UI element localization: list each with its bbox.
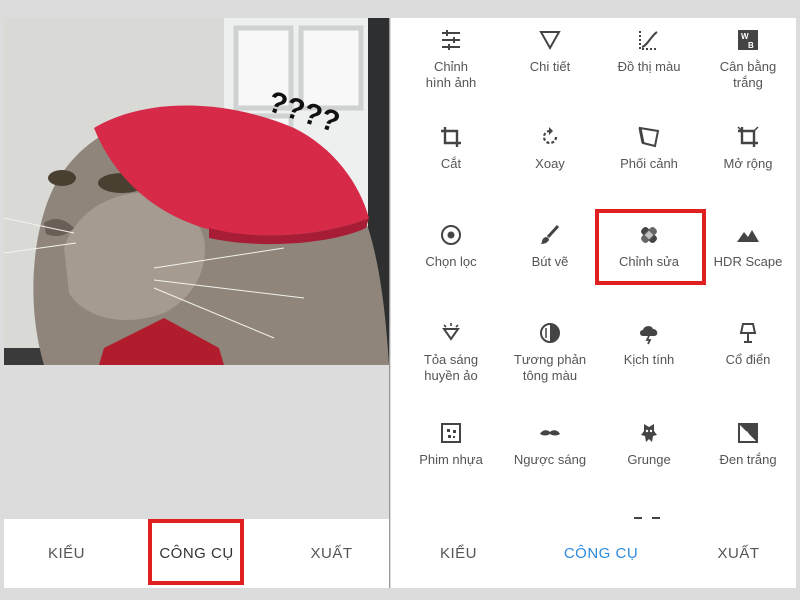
tool-grunge[interactable]: Grunge [599,421,699,468]
mustache-icon [540,430,560,436]
tool-label: Chỉnh hình ảnh [425,59,477,90]
tool-curves[interactable]: Đồ thị màu [599,28,699,75]
crop-icon [441,127,461,147]
tool-glamour-glow[interactable]: Tỏa sáng huyền ảo [401,321,501,384]
tool-brush[interactable]: Bút vẽ [500,223,600,270]
tool-label: HDR Scape [713,254,783,269]
tool-retrolux[interactable]: Ngược sáng [500,421,600,468]
brush-icon [541,224,560,244]
triangle-icon [539,31,561,51]
tool-label: Xoay [535,156,565,171]
tab-styles[interactable]: KIỂU [416,519,501,588]
tool-white-balance[interactable]: WB Cân bằng trắng [698,28,796,91]
expand-icon [737,126,759,147]
tool-label: Ngược sáng [513,452,587,467]
tool-label: Chọn lọc [425,254,477,269]
empty-canvas-area [4,365,389,519]
tool-expand[interactable]: Mở rộng [698,125,796,172]
tool-label: Tương phản tông màu [513,352,587,383]
tool-grainy-film[interactable]: Phim nhựa [401,421,501,468]
bottom-tab-bar: KIỂU CÔNG CỤ XUẤT [391,519,796,588]
white-balance-icon: WB [738,30,758,50]
cloud-lightning-icon [640,326,658,345]
cat-photo: ???? [4,18,389,365]
black-white-icon [738,423,758,443]
tool-drama[interactable]: Kịch tính [599,321,699,368]
mountains-icon [737,230,759,242]
tool-crop[interactable]: Cắt [401,125,501,172]
film-grain-icon [441,423,461,443]
svg-text:B: B [748,41,754,50]
tab-styles[interactable]: KIỂU [24,519,109,588]
right-panel: Chỉnh hình ảnh Chi tiết Đồ thị màu WB Câ… [391,18,796,588]
tool-label: Chi tiết [529,59,571,74]
tool-label: Cổ điển [725,352,771,367]
tool-tune-image[interactable]: Chỉnh hình ảnh [401,28,501,91]
tool-vintage[interactable]: Cổ điển [698,321,796,368]
perspective-icon [638,126,660,148]
tab-tools[interactable]: CÔNG CỤ [551,519,651,588]
tool-perspective[interactable]: Phối cảnh [599,125,699,172]
tool-black-white[interactable]: Đen trắng [698,421,796,468]
tool-label: Bút vẽ [531,254,569,269]
tool-details[interactable]: Chi tiết [500,28,600,75]
tool-label: Kịch tính [623,352,675,367]
tool-tonal-contrast[interactable]: Tương phản tông màu [500,321,600,384]
highlight-box-tools-tab [148,519,244,585]
tool-label: Mở rộng [723,156,773,171]
tool-label: Cân bằng trắng [719,59,777,90]
highlight-box-healing-tool [595,209,706,285]
rotate-icon [542,127,558,145]
tool-label: Đồ thị màu [617,59,681,74]
tool-selective[interactable]: Chọn lọc [401,223,501,270]
lamp-icon [739,323,757,343]
tab-export[interactable]: XUẤT [289,519,374,588]
grunge-icon [641,424,657,442]
tool-label: Cắt [440,156,462,171]
selective-icon [441,225,461,245]
tab-export[interactable]: XUẤT [696,519,781,588]
left-panel: ???? KIỂU CÔNG CỤ XUẤT [4,18,390,588]
svg-text:W: W [741,32,749,41]
tool-label: Phối cảnh [620,156,678,171]
tonal-contrast-icon [540,323,560,343]
tool-label: Phim nhựa [419,452,483,467]
tool-label: Đen trắng [719,452,777,467]
tool-rotate[interactable]: Xoay [500,125,600,172]
curves-icon [639,31,658,50]
tool-hdr-scape[interactable]: HDR Scape [698,223,796,270]
diamond-glow-icon [442,323,460,341]
tool-label: Grunge [627,452,671,467]
tool-label: Tỏa sáng huyền ảo [423,352,479,383]
tune-sliders-icon [442,30,460,50]
